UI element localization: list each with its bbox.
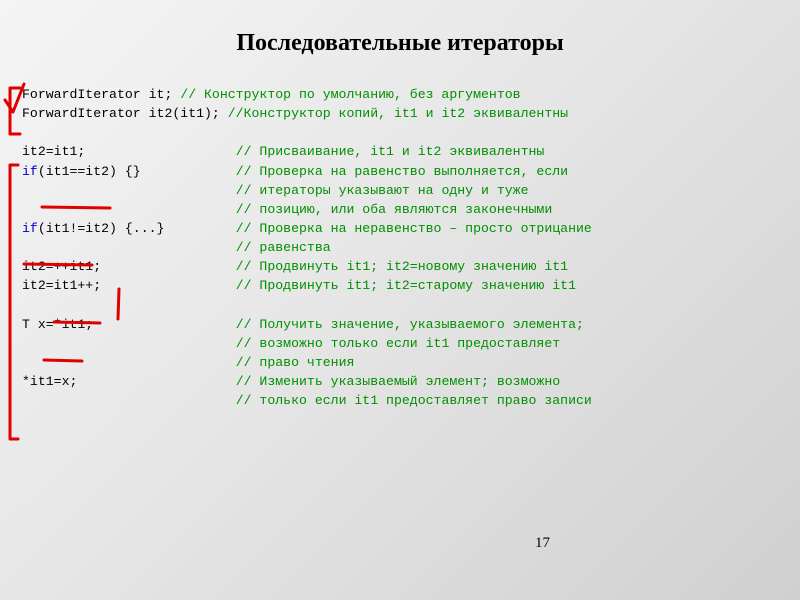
code-listing: ForwardIterator it; // Конструктор по ум… (22, 85, 780, 410)
code-comment: // равенства (236, 240, 331, 255)
code-text (22, 183, 236, 198)
code-comment: // право чтения (236, 355, 355, 370)
code-text (22, 202, 236, 217)
code-comment: // Получить значение, указываемого элеме… (236, 317, 584, 332)
code-text: it2=it1++; (22, 278, 236, 293)
code-text: ForwardIterator it2(it1); (22, 106, 228, 121)
code-comment: // позицию, или оба являются законечными (236, 202, 553, 217)
code-comment: // Конструктор по умолчанию, без аргумен… (180, 87, 520, 102)
code-comment: // Присваивание, it1 и it2 эквивалентны (236, 144, 545, 159)
code-text: T x=*it1; (22, 317, 236, 332)
code-text: it2=++it1; (22, 259, 236, 274)
code-text: *it1=x; (22, 374, 236, 389)
code-text: (it1==it2) {} (38, 164, 236, 179)
code-comment: // Продвинуть it1; it2=новому значению i… (236, 259, 568, 274)
code-text (22, 240, 236, 255)
code-comment: // Изменить указываемый элемент; возможн… (236, 374, 560, 389)
code-comment: // Проверка на неравенство – просто отри… (236, 221, 592, 236)
code-text: it2=it1; (22, 144, 236, 159)
code-comment: // итераторы указывают на одну и туже (236, 183, 529, 198)
code-text (22, 355, 236, 370)
code-text (22, 393, 236, 408)
code-keyword: if (22, 221, 38, 236)
code-text: ForwardIterator it; (22, 87, 180, 102)
code-comment: // только если it1 предоставляет право з… (236, 393, 592, 408)
code-keyword: if (22, 164, 38, 179)
page-number: 17 (535, 535, 550, 552)
annotation-bracket (6, 163, 22, 448)
code-text (22, 336, 236, 351)
page-title: Последовательные итераторы (20, 30, 780, 57)
code-comment: // Продвинуть it1; it2=старому значению … (236, 278, 576, 293)
code-comment: // возможно только если it1 предоставляе… (236, 336, 560, 351)
code-comment: // Проверка на равенство выполняется, ес… (236, 164, 568, 179)
slide: Последовательные итераторы ForwardIterat… (0, 0, 800, 600)
code-text: (it1!=it2) {...} (38, 221, 236, 236)
code-comment: //Конструктор копий, it1 и it2 эквивален… (228, 106, 568, 121)
